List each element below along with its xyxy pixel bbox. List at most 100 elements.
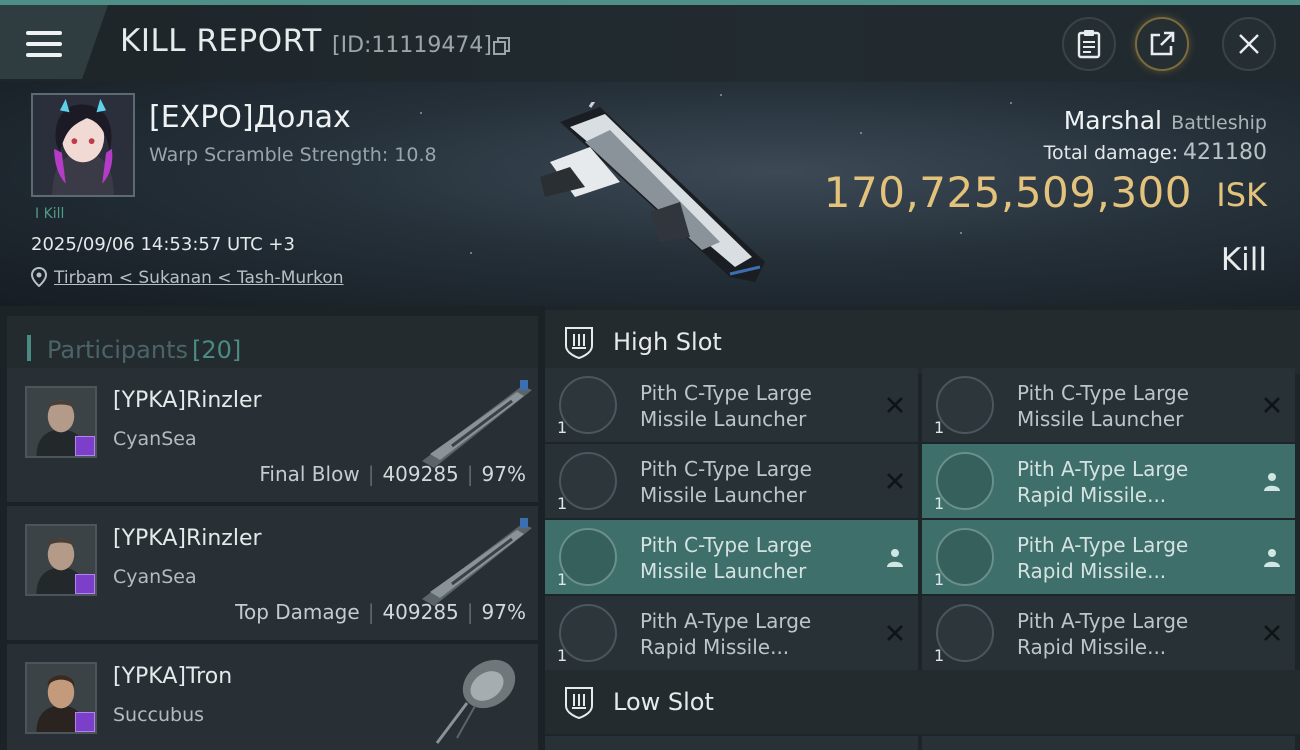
dropped-person-icon xyxy=(887,549,903,567)
low-slot-label: Low Slot xyxy=(613,688,714,716)
isk-unit: ISK xyxy=(1216,176,1267,214)
location-pin-icon xyxy=(31,267,47,287)
participant-stats: Top Damage | 409285 | 97% xyxy=(235,600,526,624)
high-slot-label: High Slot xyxy=(613,328,722,356)
close-button[interactable] xyxy=(1222,17,1276,71)
rapid-missile-launcher-icon xyxy=(936,452,994,510)
module-quantity: 1 xyxy=(557,570,568,589)
victim-ship-image xyxy=(540,102,765,282)
pilot-badge-icon xyxy=(75,712,95,732)
rapid-missile-launcher-icon xyxy=(936,528,994,586)
module-item[interactable]: 1 Pith A-Type Large Rapid Missile... xyxy=(922,520,1295,594)
pilot-badge-icon xyxy=(75,574,95,594)
module-quantity: 1 xyxy=(557,494,568,513)
module-name: Pith A-Type Large xyxy=(1017,609,1189,633)
low-slot-module-partial[interactable] xyxy=(545,736,918,750)
participant-name: [YPKA]Rinzler xyxy=(113,526,262,551)
copy-icon[interactable] xyxy=(492,36,512,56)
module-name: Pith C-Type Large xyxy=(1017,381,1189,405)
participant-name: [YPKA]Rinzler xyxy=(113,388,262,413)
module-name: Pith A-Type Large xyxy=(1017,533,1189,557)
missile-launcher-icon xyxy=(559,452,617,510)
victim-name[interactable]: [EXPO]Долах xyxy=(149,100,351,135)
victim-ship-name: Marshal xyxy=(1063,106,1162,135)
location-link[interactable]: Tirbam < Sukanan < Tash-Murkon xyxy=(54,268,344,288)
module-name: Pith C-Type Large xyxy=(640,381,812,405)
clipboard-icon xyxy=(1077,30,1101,59)
high-slot-icon xyxy=(565,327,593,360)
module-name-line2: Missile Launcher xyxy=(640,483,807,507)
participant-row[interactable]: [YPKA]Rinzler CyanSea Top Damage | 409285 |… xyxy=(7,506,538,640)
participants-count: [20] xyxy=(192,336,242,364)
module-name: Pith A-Type Large xyxy=(1017,457,1189,481)
module-quantity: 1 xyxy=(557,646,568,665)
module-quantity: 1 xyxy=(934,494,945,513)
page-title: KILL REPORT xyxy=(120,23,322,59)
missile-launcher-icon xyxy=(559,528,617,586)
missile-launcher-icon xyxy=(559,376,617,434)
participants-title: Participants xyxy=(47,336,188,364)
rapid-missile-launcher-icon xyxy=(936,604,994,662)
module-name-line2: Rapid Missile... xyxy=(640,635,790,659)
destroyed-icon xyxy=(887,473,903,489)
destroyed-icon xyxy=(1264,397,1280,413)
high-slot-header[interactable]: High Slot xyxy=(545,310,1300,374)
share-button[interactable] xyxy=(1135,17,1189,71)
module-quantity: 1 xyxy=(934,418,945,437)
module-quantity: 1 xyxy=(934,570,945,589)
header-accent-bar xyxy=(27,335,31,361)
pilot-badge-icon xyxy=(75,436,95,456)
report-id: [ID:11119474] xyxy=(332,33,492,58)
clipboard-button[interactable] xyxy=(1062,17,1116,71)
menu-icon xyxy=(26,31,62,57)
dropped-person-icon xyxy=(1264,549,1280,567)
participant-ship-image xyxy=(422,380,532,468)
dropped-person-icon xyxy=(1264,473,1280,491)
low-slot-module-partial[interactable] xyxy=(922,736,1295,750)
menu-button[interactable] xyxy=(0,5,108,79)
victim-hero-panel: [EXPO]Долах Warp Scramble Strength: 10.8… xyxy=(0,82,1300,306)
module-name-line2: Missile Launcher xyxy=(1017,407,1184,431)
participant-percent: 97% xyxy=(481,600,526,624)
module-name-line2: Rapid Missile... xyxy=(1017,559,1167,583)
module-name-line2: Rapid Missile... xyxy=(1017,483,1167,507)
participants-header: Participants [20] xyxy=(7,316,538,372)
victim-ship-class: Battleship xyxy=(1171,112,1267,134)
module-item[interactable]: 1 Pith A-Type Large Rapid Missile... xyxy=(922,596,1295,670)
module-name: Pith A-Type Large xyxy=(640,609,812,633)
destroyed-icon xyxy=(887,625,903,641)
participant-role-label: Final Blow xyxy=(259,462,360,486)
module-item[interactable]: 1 Pith A-Type Large Rapid Missile... xyxy=(922,444,1295,518)
module-item[interactable]: 1 Pith A-Type Large Rapid Missile... xyxy=(545,596,918,670)
module-name-line2: Rapid Missile... xyxy=(1017,635,1167,659)
report-result: Kill xyxy=(1220,242,1267,278)
module-quantity: 1 xyxy=(934,646,945,665)
kill-count-label: I Kill xyxy=(35,206,65,222)
module-quantity: 1 xyxy=(557,418,568,437)
participant-ship-image xyxy=(435,659,516,744)
warp-scramble-strength: Warp Scramble Strength: 10.8 xyxy=(149,144,437,166)
header-bar: KILL REPORT [ID:11119474] xyxy=(0,0,1300,82)
module-item[interactable]: 1 Pith C-Type Large Missile Launcher xyxy=(922,368,1295,442)
module-item[interactable]: 1 Pith C-Type Large Missile Launcher xyxy=(545,444,918,518)
kill-timestamp: 2025/09/06 14:53:57 UTC +3 xyxy=(31,234,295,255)
total-damage-value: 421180 xyxy=(1183,140,1267,165)
low-slot-header[interactable]: Low Slot xyxy=(545,670,1300,734)
participant-damage: 409285 xyxy=(382,600,459,624)
victim-avatar[interactable] xyxy=(31,93,135,197)
close-icon xyxy=(1239,34,1259,54)
participant-row[interactable]: [YPKA]Rinzler CyanSea Final Blow | 409285 |… xyxy=(7,368,538,502)
fitting-slots-panel: High Slot 1 Pith C-Type Large Missile La… xyxy=(545,306,1300,750)
module-name: Pith C-Type Large xyxy=(640,457,812,481)
module-item[interactable]: 1 Pith C-Type Large Missile Launcher xyxy=(545,368,918,442)
isk-value: 170,725,509,300 xyxy=(823,168,1192,217)
module-item[interactable]: 1 Pith C-Type Large Missile Launcher xyxy=(545,520,918,594)
participant-stats: Final Blow | 409285 | 97% xyxy=(259,462,526,486)
participants-panel: Participants [20] [YPKA]Rinzler CyanSea … xyxy=(0,306,540,750)
participant-name: [YPKA]Tron xyxy=(113,664,233,689)
participant-damage: 409285 xyxy=(382,462,459,486)
participant-row[interactable]: [YPKA]Tron Succubus xyxy=(7,644,538,750)
total-damage-label: Total damage: xyxy=(1043,142,1178,164)
participant-ship-image xyxy=(422,518,532,606)
participant-ship: Succubus xyxy=(113,704,205,726)
